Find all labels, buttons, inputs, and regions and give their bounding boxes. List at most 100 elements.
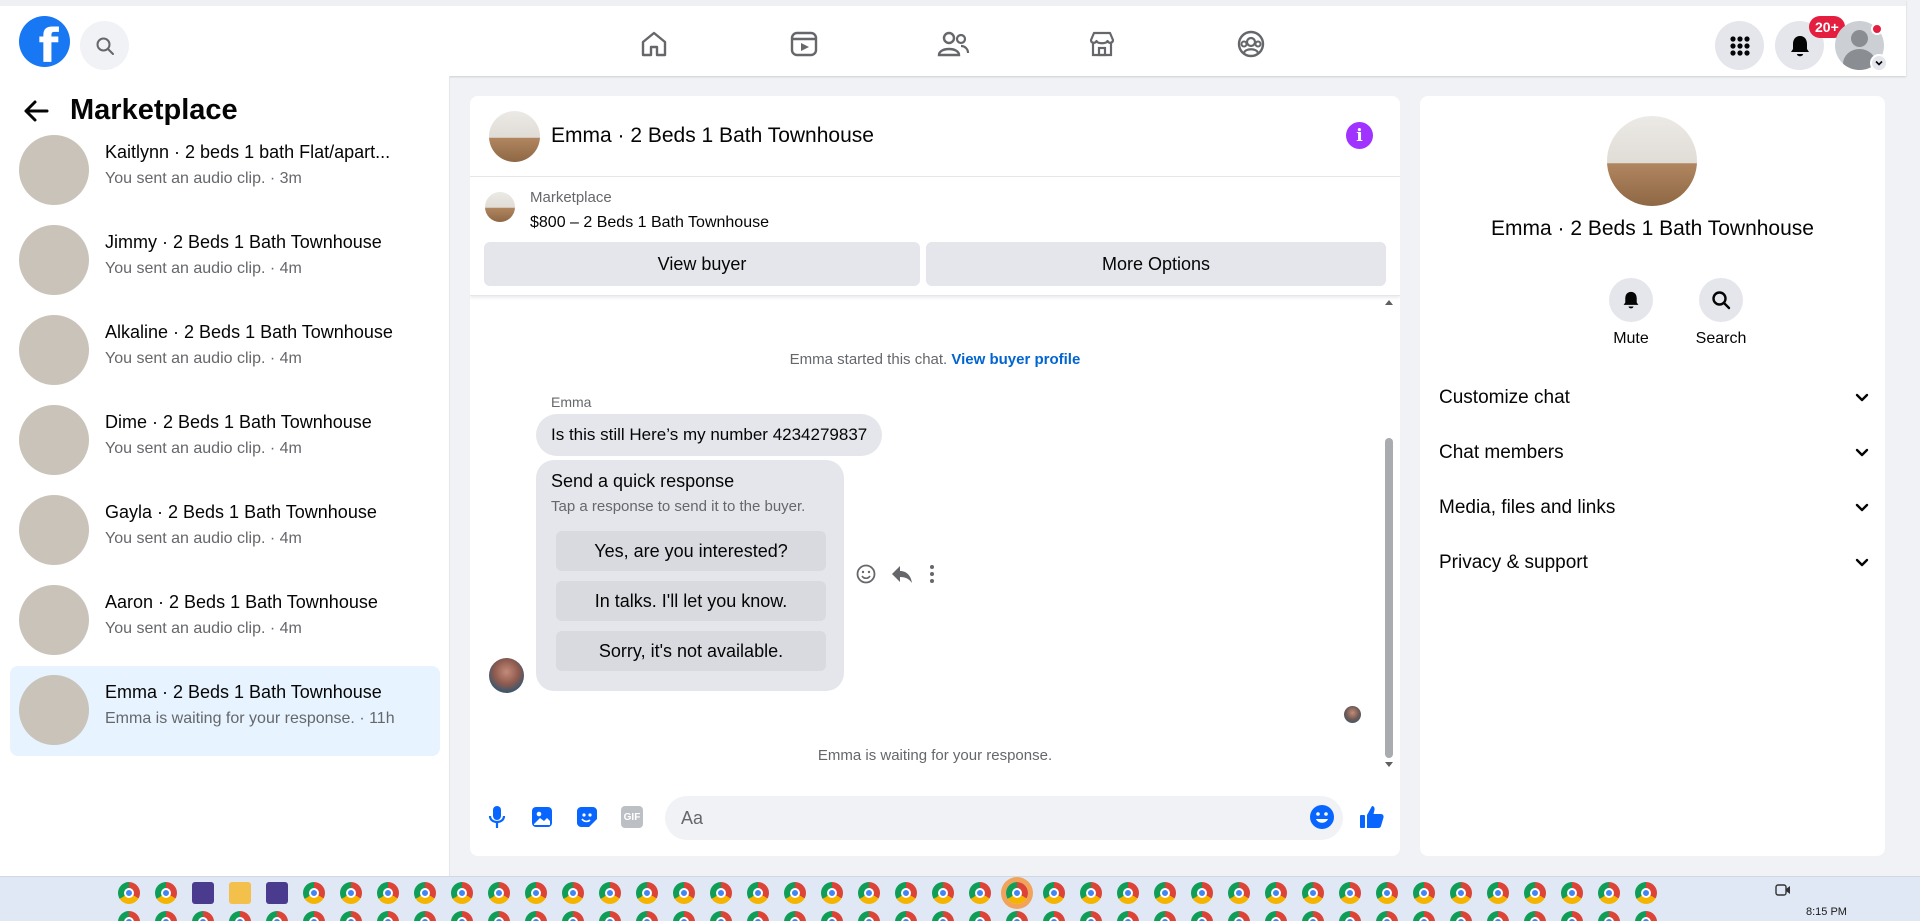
taskbar-app-icon[interactable] [1265,882,1287,904]
taskbar-app-icon[interactable] [118,882,140,904]
taskbar-app-icon[interactable] [303,882,325,904]
taskbar-app-icon[interactable] [414,911,436,921]
taskbar-app-icon[interactable] [1487,882,1509,904]
like-send-button[interactable] [1358,803,1386,831]
taskbar-app-icon[interactable] [1043,882,1065,904]
friends-nav[interactable] [933,24,973,64]
sender-avatar[interactable] [489,658,524,693]
info-avatar[interactable] [1607,116,1697,206]
taskbar-app-icon[interactable] [1598,911,1620,921]
voice-clip-button[interactable] [483,803,511,831]
reply-icon[interactable] [890,563,914,585]
taskbar-app-icon[interactable] [1228,911,1250,921]
info-icon[interactable]: i [1346,122,1373,149]
taskbar-app-icon[interactable] [1302,882,1324,904]
sticker-button[interactable] [573,803,601,831]
info-section-0[interactable]: Customize chat [1439,378,1869,418]
listing-thumbnail[interactable] [485,192,515,222]
menu-button[interactable] [1715,21,1764,70]
taskbar-app-icon[interactable] [1376,882,1398,904]
taskbar-app-icon[interactable] [599,911,621,921]
taskbar-app-icon[interactable] [1487,911,1509,921]
taskbar-app-icon[interactable] [1154,882,1176,904]
taskbar-app-icon[interactable] [1080,911,1102,921]
conversation-item[interactable]: Jimmy · 2 Beds 1 Bath Townhouse You sent … [10,216,440,306]
conversation-item[interactable]: Gayla · 2 Beds 1 Bath Townhouse You sent … [10,486,440,576]
taskbar-app-icon[interactable] [377,911,399,921]
taskbar-app-icon[interactable] [821,882,843,904]
chat-avatar[interactable] [489,111,540,162]
taskbar-app-icon[interactable] [118,911,140,921]
taskbar-app-icon[interactable] [710,911,732,921]
taskbar-app-icon[interactable] [969,911,991,921]
taskbar-app-icon[interactable] [1635,911,1657,921]
info-section-1[interactable]: Chat members [1439,433,1869,473]
taskbar-app-icon[interactable] [1006,911,1028,921]
taskbar-app-icon[interactable] [488,911,510,921]
taskbar-app-icon[interactable] [229,882,251,904]
taskbar-app-icon[interactable] [1006,882,1028,904]
taskbar-app-icon[interactable] [340,911,362,921]
taskbar-app-icon[interactable] [562,882,584,904]
taskbar-app-icon[interactable] [1080,882,1102,904]
info-section-2[interactable]: Media, files and links [1439,488,1869,528]
taskbar-app-icon[interactable] [525,911,547,921]
mute-action[interactable]: Mute [1591,278,1671,348]
taskbar-app-icon[interactable] [858,882,880,904]
conversation-item[interactable]: Kaitlynn · 2 beds 1 bath Flat/apart... Yo… [10,126,440,216]
taskbar-app-icon[interactable] [451,882,473,904]
taskbar-app-icon[interactable] [1339,882,1361,904]
taskbar-app-icon[interactable] [1302,911,1324,921]
clock-time[interactable]: 8:15 PM [1806,906,1847,918]
taskbar-app-icon[interactable] [932,882,954,904]
taskbar-app-icon[interactable] [821,911,843,921]
taskbar-app-icon[interactable] [747,882,769,904]
taskbar-app-icon[interactable] [192,882,214,904]
taskbar-app-icon[interactable] [895,911,917,921]
taskbar-app-icon[interactable] [1413,882,1435,904]
taskbar-app-icon[interactable] [858,911,880,921]
taskbar-app-icon[interactable] [1117,911,1139,921]
taskbar-app-icon[interactable] [1376,911,1398,921]
quick-response-not-available[interactable]: Sorry, it's not available. [556,631,826,671]
taskbar-app-icon[interactable] [525,882,547,904]
taskbar-app-icon[interactable] [488,882,510,904]
scroll-up-arrow-icon[interactable] [1384,298,1394,306]
taskbar-app-icon[interactable] [377,882,399,904]
gif-button[interactable]: GIF [618,803,646,831]
taskbar-app-icon[interactable] [303,911,325,921]
taskbar-app-icon[interactable] [932,911,954,921]
conversation-item[interactable]: Emma · 2 Beds 1 Bath Townhouse Emma is wa… [10,666,440,756]
scrollbar-thumb[interactable] [1385,438,1393,758]
taskbar-app-icon[interactable] [1154,911,1176,921]
taskbar-app-icon[interactable] [1339,911,1361,921]
chat-title[interactable]: Emma · 2 Beds 1 Bath Townhouse [551,124,874,148]
quick-response-in-talks[interactable]: In talks. I'll let you know. [556,581,826,621]
conversation-item[interactable]: Alkaline · 2 Beds 1 Bath Townhouse You se… [10,306,440,396]
taskbar-app-icon[interactable] [1561,911,1583,921]
meet-now-icon[interactable] [1775,883,1791,897]
taskbar-app-icon[interactable] [340,882,362,904]
info-section-3[interactable]: Privacy & support [1439,543,1869,583]
taskbar-app-icon[interactable] [1117,882,1139,904]
taskbar-app-icon[interactable] [266,911,288,921]
emoji-button[interactable] [1308,803,1336,831]
quick-response-yes[interactable]: Yes, are you interested? [556,531,826,571]
taskbar-app-icon[interactable] [155,911,177,921]
taskbar-app-icon[interactable] [1413,911,1435,921]
taskbar-app-icon[interactable] [1524,911,1546,921]
view-buyer-profile-link[interactable]: View buyer profile [951,351,1080,368]
taskbar-app-icon[interactable] [451,911,473,921]
message-bubble[interactable]: Is this still Here’s my number 423427983… [536,414,883,456]
taskbar-app-icon[interactable] [192,911,214,921]
conversation-item[interactable]: Dime · 2 Beds 1 Bath Townhouse You sent a… [10,396,440,486]
taskbar-app-icon[interactable] [673,882,695,904]
attach-photo-button[interactable] [528,803,556,831]
taskbar-app-icon[interactable] [1191,911,1213,921]
taskbar-app-icon[interactable] [1450,911,1472,921]
facebook-logo[interactable]: f [19,16,70,67]
message-input[interactable] [665,796,1343,840]
taskbar-app-icon[interactable] [636,911,658,921]
more-options-button[interactable]: More Options [926,242,1386,286]
taskbar-app-icon[interactable] [1265,911,1287,921]
